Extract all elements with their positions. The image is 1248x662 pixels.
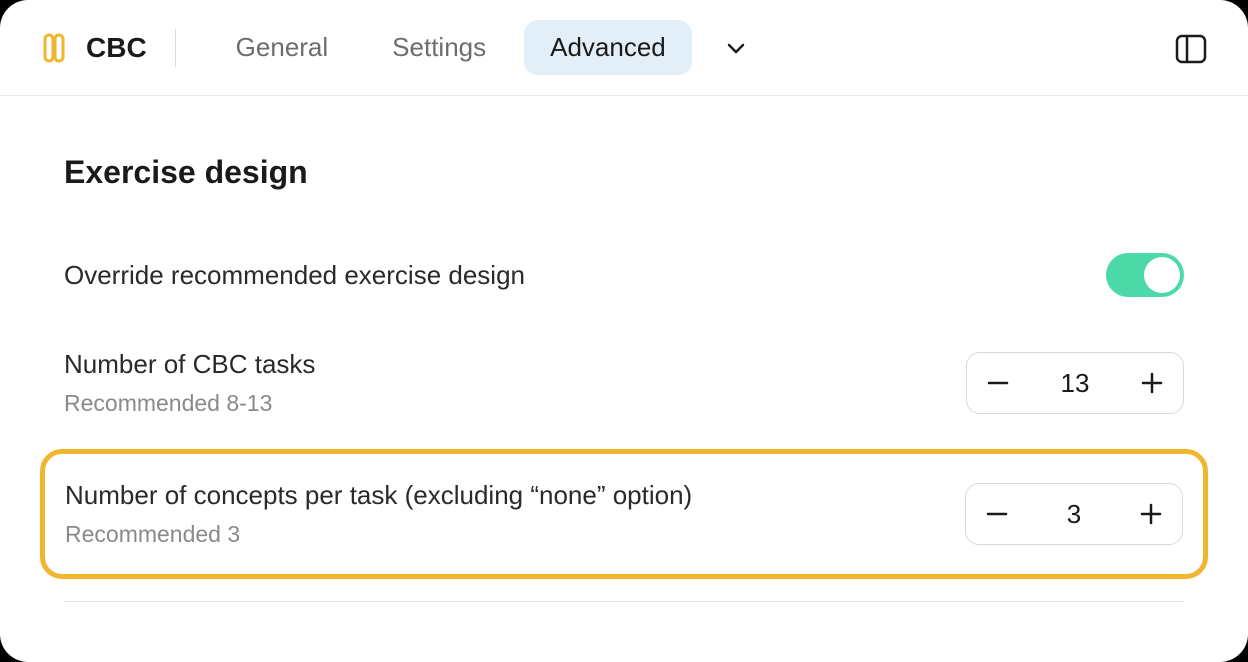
concepts-increment-button[interactable] bbox=[1120, 483, 1182, 545]
header-divider bbox=[175, 29, 176, 67]
app-title: CBC bbox=[86, 32, 147, 64]
panel-icon bbox=[1174, 32, 1208, 66]
panel-toggle-button[interactable] bbox=[1172, 30, 1210, 68]
override-toggle[interactable] bbox=[1106, 253, 1184, 297]
tabs-dropdown-button[interactable] bbox=[714, 26, 758, 70]
tasks-increment-button[interactable] bbox=[1121, 352, 1183, 414]
toggle-knob bbox=[1144, 257, 1180, 293]
override-row: Override recommended exercise design bbox=[64, 235, 1184, 315]
plus-icon bbox=[1137, 500, 1165, 528]
minus-icon bbox=[984, 369, 1012, 397]
tasks-stepper: 13 bbox=[966, 352, 1184, 414]
override-label: Override recommended exercise design bbox=[64, 260, 525, 291]
tabs: General Settings Advanced bbox=[210, 20, 758, 75]
concepts-text: Number of concepts per task (excluding “… bbox=[65, 480, 692, 548]
tasks-value[interactable]: 13 bbox=[1029, 368, 1121, 399]
minus-icon bbox=[983, 500, 1011, 528]
tasks-hint: Recommended 8-13 bbox=[64, 390, 315, 417]
app-window: CBC General Settings Advanced Exercise d… bbox=[0, 0, 1248, 662]
section-title: Exercise design bbox=[64, 154, 1184, 191]
content-area: Exercise design Override recommended exe… bbox=[0, 96, 1248, 602]
tasks-text: Number of CBC tasks Recommended 8-13 bbox=[64, 349, 315, 417]
tasks-label: Number of CBC tasks bbox=[64, 349, 315, 380]
app-logo-icon bbox=[38, 32, 70, 64]
tasks-decrement-button[interactable] bbox=[967, 352, 1029, 414]
plus-icon bbox=[1138, 369, 1166, 397]
concepts-value[interactable]: 3 bbox=[1028, 499, 1120, 530]
chevron-down-icon bbox=[725, 37, 747, 59]
concepts-decrement-button[interactable] bbox=[966, 483, 1028, 545]
tasks-row: Number of CBC tasks Recommended 8-13 13 bbox=[64, 331, 1184, 435]
tab-general[interactable]: General bbox=[210, 20, 355, 75]
tab-settings[interactable]: Settings bbox=[366, 20, 512, 75]
section-divider bbox=[64, 601, 1184, 602]
concepts-row-highlighted: Number of concepts per task (excluding “… bbox=[40, 449, 1208, 579]
concepts-stepper: 3 bbox=[965, 483, 1183, 545]
header-bar: CBC General Settings Advanced bbox=[0, 0, 1248, 96]
concepts-label: Number of concepts per task (excluding “… bbox=[65, 480, 692, 511]
tab-advanced[interactable]: Advanced bbox=[524, 20, 692, 75]
concepts-hint: Recommended 3 bbox=[65, 521, 692, 548]
